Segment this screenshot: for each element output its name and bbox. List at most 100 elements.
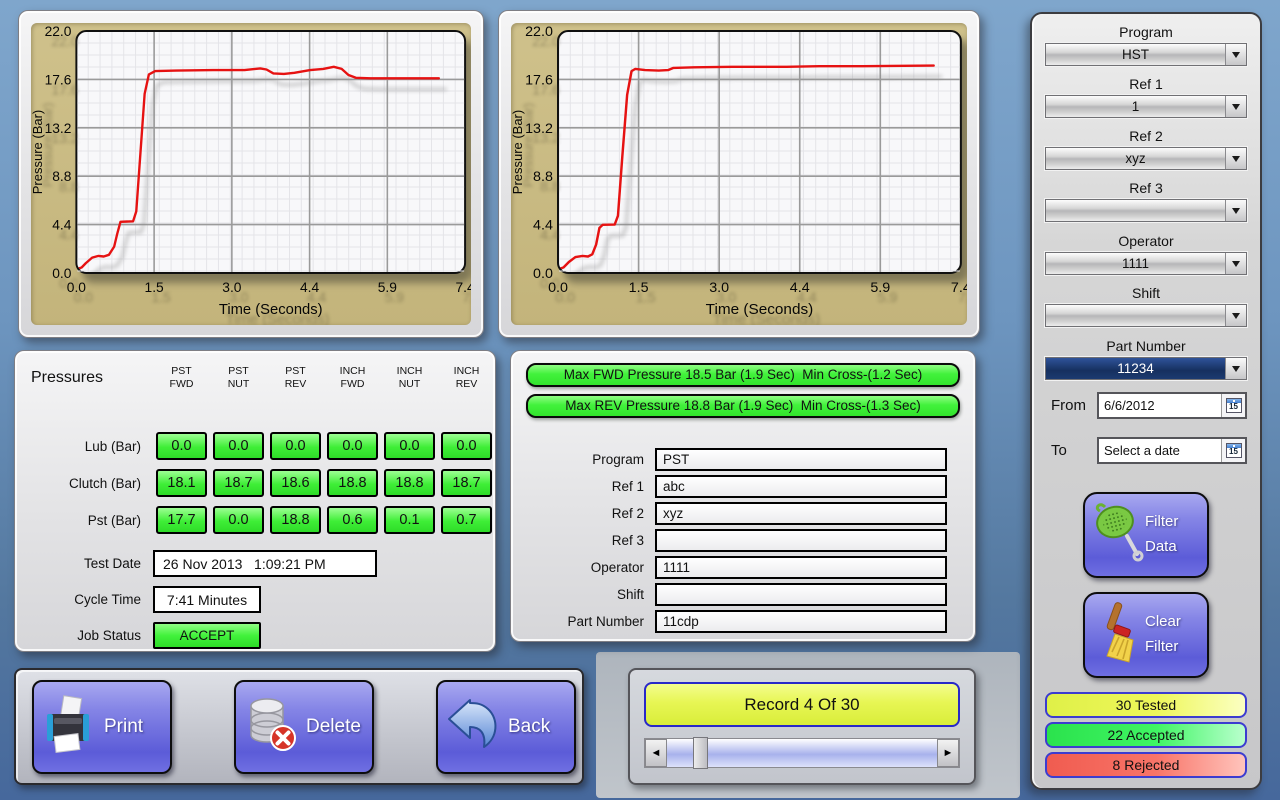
print-button[interactable]: Print — [32, 680, 172, 774]
svg-text:8.8: 8.8 — [52, 168, 71, 184]
column-header-inch-nut: INCHNUT — [381, 365, 438, 404]
scrollbar-thumb[interactable] — [693, 737, 708, 769]
svg-text:4.4: 4.4 — [300, 279, 319, 295]
from-date-row: From 6/6/2012 15 — [1051, 392, 1247, 419]
pressure-value-cell: 0.1 — [384, 506, 435, 534]
svg-text:1.5: 1.5 — [145, 279, 164, 295]
calendar-icon: 15 — [1226, 443, 1242, 458]
record-counter: Record 4 Of 30 — [644, 682, 960, 727]
clear-filter-label: Clear Filter — [1145, 610, 1181, 660]
chevron-down-icon — [1232, 261, 1240, 267]
print-label: Print — [104, 716, 143, 738]
max-fwd-pressure-bar: Max FWD Pressure 18.5 Bar (1.9 Sec) Min … — [526, 363, 960, 387]
dropdown-ref-2[interactable]: xyz — [1045, 147, 1247, 170]
max-rev-pressure-bar: Max REV Pressure 18.8 Bar (1.9 Sec) Min … — [526, 394, 960, 418]
dropdown-arrow-button[interactable] — [1225, 200, 1246, 221]
summary-panel: Max FWD Pressure 18.5 Bar (1.9 Sec) Min … — [510, 350, 976, 642]
record-scrollbar[interactable]: ◄ ► — [644, 738, 960, 768]
record-field-row: ProgramPST — [525, 448, 961, 471]
dropdown-program[interactable]: HST — [1045, 43, 1247, 66]
test-date-value: 26 Nov 2013 1:09:21 PM — [153, 550, 377, 577]
job-status-badge: ACCEPT — [153, 622, 261, 649]
pressure-value-cell: 0.7 — [441, 506, 492, 534]
job-status-label: Job Status — [31, 628, 153, 643]
dropdown-operator[interactable]: 1111 — [1045, 252, 1247, 275]
scrollbar-track[interactable] — [667, 739, 937, 767]
filter-sidebar: ProgramHSTRef 11Ref 2xyzRef 3Operator111… — [1030, 12, 1262, 790]
record-field-row: Part Number11cdp — [525, 610, 961, 633]
pressure-value-cell: 18.1 — [156, 469, 207, 497]
stat-accepted: 22 Accepted — [1045, 722, 1247, 748]
dropdown-arrow-button[interactable] — [1225, 305, 1246, 326]
record-field-value: 1111 — [655, 556, 947, 579]
column-header-inch-rev: INCHREV — [438, 365, 495, 404]
record-field-label: Operator — [525, 560, 655, 575]
record-field-value: PST — [655, 448, 947, 471]
chevron-down-icon — [1232, 104, 1240, 110]
pressures-table: Pressures PSTFWDPSTNUTPSTREVINCHFWDINCHN… — [31, 365, 485, 534]
record-fields: ProgramPSTRef 1abcRef 2xyzRef 3Operator1… — [525, 448, 961, 633]
dropdown-arrow-button[interactable] — [1225, 148, 1246, 169]
dropdown-ref-1[interactable]: 1 — [1045, 95, 1247, 118]
strainer-icon — [1093, 500, 1145, 571]
svg-text:Pressure (Bar): Pressure (Bar) — [511, 110, 525, 194]
record-field-value: abc — [655, 475, 947, 498]
svg-text:4.4: 4.4 — [790, 279, 810, 295]
dropdown-arrow-button[interactable] — [1225, 44, 1246, 65]
svg-text:5.9: 5.9 — [378, 279, 397, 295]
dropdown-arrow-button[interactable] — [1225, 358, 1246, 379]
to-label: To — [1051, 442, 1097, 459]
to-date-row: To Select a date 15 — [1051, 437, 1247, 464]
record-navigator-panel: Record 4 Of 30 ◄ ► — [628, 668, 976, 785]
test-date-label: Test Date — [31, 556, 153, 571]
pressure-value-cell: 18.7 — [441, 469, 492, 497]
pressure-value-cell: 0.0 — [213, 506, 264, 534]
record-field-value: xyz — [655, 502, 947, 525]
cycle-time-label: Cycle Time — [31, 592, 153, 607]
dropdown-shift[interactable] — [1045, 304, 1247, 327]
to-date-value[interactable]: Select a date — [1099, 439, 1221, 462]
svg-text:13.2: 13.2 — [45, 120, 72, 136]
record-field-label: Ref 1 — [525, 479, 655, 494]
filter-data-label: Filter Data — [1145, 510, 1178, 560]
pressure-value-cell: 18.6 — [270, 469, 321, 497]
svg-text:5.9: 5.9 — [870, 279, 890, 295]
from-date-picker[interactable]: 6/6/2012 15 — [1097, 392, 1247, 419]
record-field-row: Ref 1abc — [525, 475, 961, 498]
stat-tested: 30 Tested — [1045, 692, 1247, 718]
from-calendar-button[interactable]: 15 — [1221, 394, 1245, 417]
pressure-row-label: Lub (Bar) — [31, 439, 153, 454]
back-arrow-icon — [444, 695, 502, 758]
chevron-down-icon — [1232, 156, 1240, 162]
clear-filter-button[interactable]: Clear Filter — [1083, 592, 1209, 678]
dropdown-label-part-number: Part Number — [1045, 336, 1247, 357]
record-field-label: Program — [525, 452, 655, 467]
pressure-value-cell: 18.7 — [213, 469, 264, 497]
to-date-picker[interactable]: Select a date 15 — [1097, 437, 1247, 464]
pressure-row-label: Pst (Bar) — [31, 513, 153, 528]
svg-text:Time (Seconds): Time (Seconds) — [706, 301, 814, 318]
scroll-right-button[interactable]: ► — [937, 739, 959, 767]
from-date-value[interactable]: 6/6/2012 — [1099, 394, 1221, 417]
dropdown-label-shift: Shift — [1045, 283, 1247, 304]
svg-text:4.4: 4.4 — [52, 217, 71, 233]
svg-text:1.5: 1.5 — [629, 279, 649, 295]
record-field-row: Operator1111 — [525, 556, 961, 579]
back-button[interactable]: Back — [436, 680, 576, 774]
filter-data-button[interactable]: Filter Data — [1083, 492, 1209, 578]
rev-chart-panel: 0.04.48.813.217.622.00.01.53.04.45.97.4T… — [498, 10, 980, 338]
to-calendar-button[interactable]: 15 — [1221, 439, 1245, 462]
svg-text:17.6: 17.6 — [45, 71, 72, 87]
scroll-left-button[interactable]: ◄ — [645, 739, 667, 767]
actions-panel: Print Delete — [14, 668, 584, 785]
record-field-label: Part Number — [525, 614, 655, 629]
record-field-label: Shift — [525, 587, 655, 602]
dropdown-arrow-button[interactable] — [1225, 253, 1246, 274]
dropdown-ref-3[interactable] — [1045, 199, 1247, 222]
dropdown-arrow-button[interactable] — [1225, 96, 1246, 117]
delete-button[interactable]: Delete — [234, 680, 374, 774]
pressure-value-cell: 18.8 — [384, 469, 435, 497]
dropdown-part-number[interactable]: 11234 — [1045, 357, 1247, 380]
svg-text:7.4: 7.4 — [951, 279, 967, 295]
column-header-pst-rev: PSTREV — [267, 365, 324, 404]
